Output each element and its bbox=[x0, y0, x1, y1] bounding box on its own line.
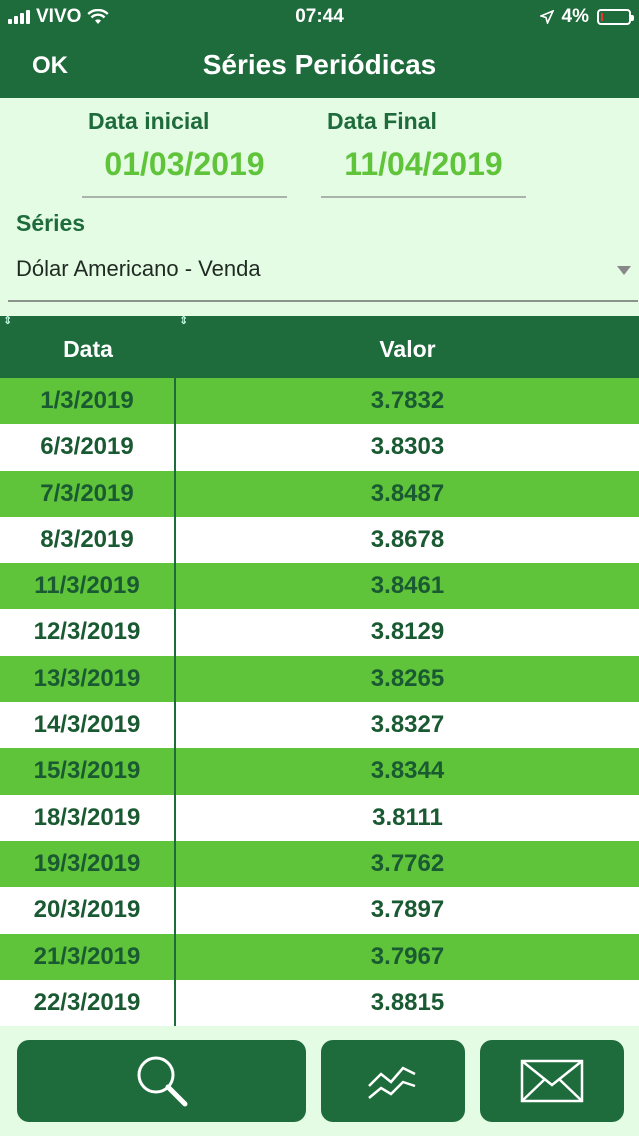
table-row[interactable]: 8/3/2019 3.8678 bbox=[0, 516, 639, 564]
cell-value: 3.8265 bbox=[370, 664, 445, 692]
table-header: ⇕ ⇕ Data Valor bbox=[0, 316, 639, 378]
column-header-value[interactable]: Valor bbox=[176, 336, 639, 363]
end-date-field[interactable]: 11/04/2019 bbox=[321, 146, 526, 183]
end-date-underline bbox=[321, 196, 526, 198]
table-row[interactable]: 12/3/2019 3.8129 bbox=[0, 609, 639, 656]
cell-value: 3.8344 bbox=[370, 757, 445, 785]
table-row[interactable]: 20/3/2019 3.7897 bbox=[0, 887, 639, 934]
cell-date: 1/3/2019 bbox=[0, 378, 176, 425]
cell-value: 3.8303 bbox=[370, 433, 445, 461]
nav-bar: OK Séries Periódicas bbox=[0, 34, 639, 98]
cell-date: 18/3/2019 bbox=[0, 794, 176, 841]
cell-value: 3.7967 bbox=[370, 942, 445, 970]
cell-date: 13/3/2019 bbox=[0, 655, 176, 703]
cell-value: 3.8678 bbox=[370, 525, 445, 553]
table-row[interactable]: 21/3/2019 3.7967 bbox=[0, 933, 639, 980]
table-row[interactable]: 15/3/2019 3.8344 bbox=[0, 748, 639, 795]
series-label: Séries bbox=[16, 210, 86, 236]
cell-date: 14/3/2019 bbox=[0, 702, 176, 749]
search-icon bbox=[137, 1056, 187, 1107]
cell-date: 22/3/2019 bbox=[0, 979, 176, 1027]
table-row[interactable]: 11/3/2019 3.8461 bbox=[0, 563, 639, 610]
cell-date: 8/3/2019 bbox=[0, 516, 176, 564]
start-date-field[interactable]: 01/03/2019 bbox=[82, 146, 287, 183]
status-right: 4% bbox=[539, 6, 634, 28]
table-row[interactable]: 14/3/2019 3.8327 bbox=[0, 702, 639, 749]
cell-date: 19/3/2019 bbox=[0, 840, 176, 888]
cell-value: 3.8815 bbox=[370, 988, 445, 1016]
chart-icon bbox=[368, 1066, 416, 1099]
table-row[interactable]: 19/3/2019 3.7762 bbox=[0, 840, 639, 888]
data-table-body: 1/3/2019 3.7832 6/3/2019 3.8303 7/3/2019 3.84… bbox=[0, 378, 639, 1027]
column-header-date[interactable]: Data bbox=[0, 336, 176, 363]
series-underline bbox=[8, 300, 638, 302]
column-resize-handle-icon[interactable]: ⇕ bbox=[3, 316, 12, 327]
bottom-toolbar bbox=[0, 1026, 639, 1136]
cell-value: 3.7762 bbox=[370, 849, 445, 877]
cell-value: 3.8111 bbox=[372, 803, 443, 831]
cell-value: 3.8129 bbox=[370, 618, 445, 646]
cell-date: 12/3/2019 bbox=[0, 609, 176, 656]
cell-date: 21/3/2019 bbox=[0, 933, 176, 980]
cell-value: 3.8327 bbox=[370, 711, 445, 739]
table-row[interactable]: 6/3/2019 3.8303 bbox=[0, 424, 639, 471]
table-row[interactable]: 13/3/2019 3.8265 bbox=[0, 655, 639, 703]
cell-date: 7/3/2019 bbox=[0, 470, 176, 517]
cell-date: 15/3/2019 bbox=[0, 748, 176, 795]
column-resize-handle-icon[interactable]: ⇕ bbox=[179, 316, 188, 327]
location-arrow-icon bbox=[539, 10, 554, 24]
status-bar: VIVO 07:44 4% bbox=[0, 0, 639, 34]
filter-form: Data inicial 01/03/2019 Data Final 11/04… bbox=[0, 98, 639, 316]
cell-value: 3.7897 bbox=[370, 896, 445, 924]
battery-percent: 4% bbox=[561, 6, 589, 27]
cell-value: 3.7832 bbox=[370, 387, 445, 414]
cell-value: 3.8487 bbox=[370, 479, 445, 507]
end-date-label: Data Final bbox=[327, 108, 437, 134]
cell-date: 11/3/2019 bbox=[0, 563, 176, 610]
series-select[interactable]: Dólar Americano - Venda bbox=[16, 256, 261, 282]
table-row[interactable]: 1/3/2019 3.7832 bbox=[0, 378, 639, 425]
table-row[interactable]: 18/3/2019 3.8111 bbox=[0, 794, 639, 841]
cell-date: 6/3/2019 bbox=[0, 424, 176, 471]
dropdown-arrow-icon[interactable] bbox=[617, 266, 631, 275]
start-date-label: Data inicial bbox=[88, 108, 210, 134]
page-title: Séries Periódicas bbox=[202, 49, 437, 80]
start-date-underline bbox=[82, 196, 287, 198]
mail-icon bbox=[520, 1059, 584, 1103]
cell-date: 20/3/2019 bbox=[0, 887, 176, 934]
table-row[interactable]: 7/3/2019 3.8487 bbox=[0, 470, 639, 517]
cell-value: 3.8461 bbox=[370, 572, 445, 600]
mail-button[interactable] bbox=[480, 1040, 624, 1122]
table-row[interactable]: 22/3/2019 3.8815 bbox=[0, 979, 639, 1027]
search-button[interactable] bbox=[17, 1040, 306, 1122]
battery-icon bbox=[597, 9, 634, 25]
chart-button[interactable] bbox=[321, 1040, 465, 1122]
